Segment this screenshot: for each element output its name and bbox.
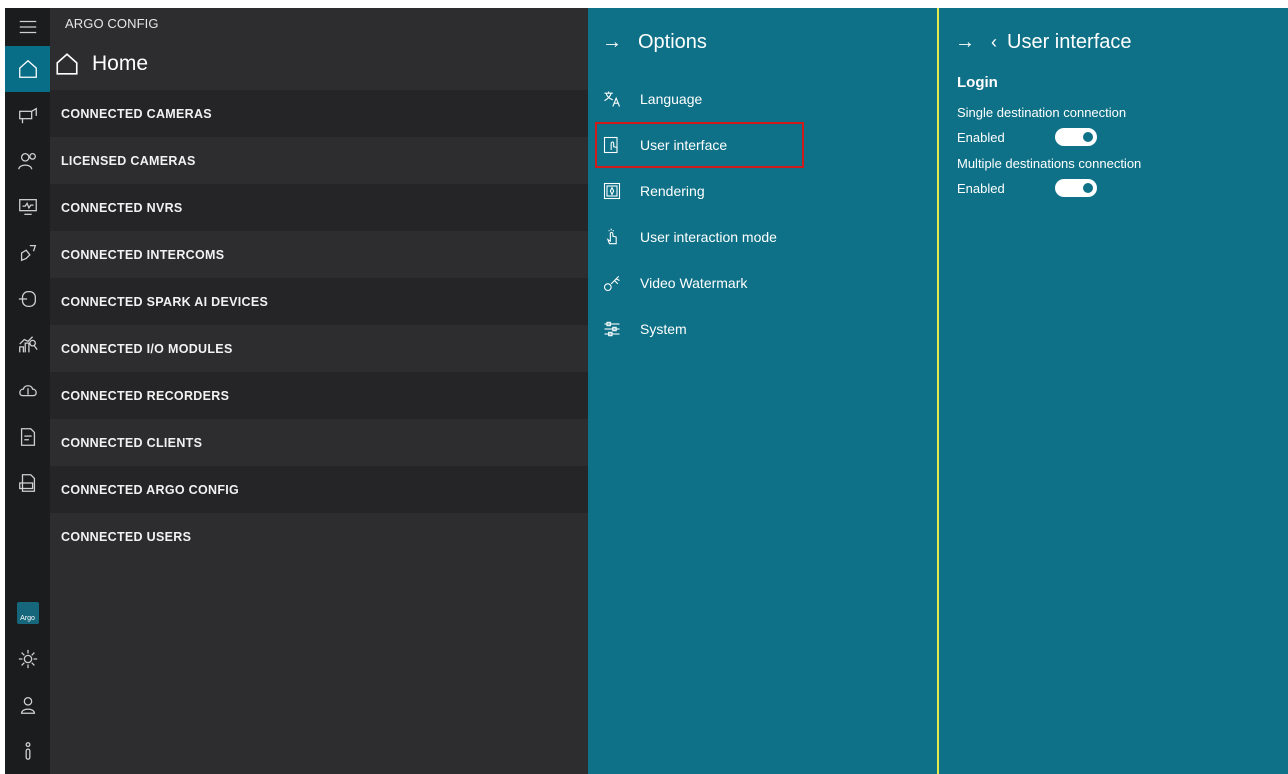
home-icon xyxy=(56,53,78,75)
detail-header: → ‹ User interface xyxy=(939,8,1288,76)
rendering-icon xyxy=(602,181,622,201)
option-label: Video Watermark xyxy=(640,275,748,291)
option-user-interface[interactable]: User interface xyxy=(595,122,804,168)
detail-panel: → ‹ User interface Login Single destinat… xyxy=(937,8,1288,774)
hamburger-menu-icon[interactable] xyxy=(5,8,50,46)
list-item-connected-recorders[interactable]: CONNECTED RECORDERS xyxy=(50,372,588,419)
list-item-connected-cameras[interactable]: CONNECTED CAMERAS xyxy=(50,90,588,137)
intercom-icon[interactable] xyxy=(5,230,50,276)
option-system[interactable]: System xyxy=(588,306,937,352)
users-icon[interactable] xyxy=(5,138,50,184)
detail-body: Login Single destination connection Enab… xyxy=(939,74,1288,197)
setting-row-multiple-destinations: Enabled xyxy=(957,179,1288,197)
client-document-icon[interactable] xyxy=(5,414,50,460)
section-title-login: Login xyxy=(957,74,998,91)
home-icon[interactable] xyxy=(5,46,50,92)
list-item-connected-nvrs[interactable]: CONNECTED NVRS xyxy=(50,184,588,231)
gear-icon[interactable] xyxy=(5,636,50,682)
list-item-connected-users[interactable]: CONNECTED USERS xyxy=(50,513,588,560)
option-label: Language xyxy=(640,91,703,107)
info-icon[interactable] xyxy=(5,728,50,774)
list-item-connected-intercoms[interactable]: CONNECTED INTERCOMS xyxy=(50,231,588,278)
app-window: Argo ARGO CONFIG Home CONNECTED CAMERAS … xyxy=(5,8,1288,774)
left-rail: Argo xyxy=(5,8,50,774)
list-item-connected-clients[interactable]: CONNECTED CLIENTS xyxy=(50,419,588,466)
setting-label-multiple-destinations: Multiple destinations connection xyxy=(957,156,1142,171)
main-panel: ARGO CONFIG Home CONNECTED CAMERAS LICEN… xyxy=(50,8,588,774)
option-rendering[interactable]: Rendering xyxy=(588,168,937,214)
arrow-right-icon[interactable]: → xyxy=(602,31,622,54)
log-file-icon[interactable] xyxy=(5,460,50,506)
cloud-recorder-icon[interactable] xyxy=(5,368,50,414)
home-header: Home xyxy=(50,38,588,90)
option-video-watermark[interactable]: Video Watermark xyxy=(588,260,937,306)
spark-device-icon[interactable] xyxy=(5,276,50,322)
user-icon[interactable] xyxy=(5,682,50,728)
options-panel: → Options Language User interface Render… xyxy=(588,8,937,774)
app-title: ARGO CONFIG xyxy=(65,15,159,31)
options-title: Options xyxy=(638,30,707,53)
option-language[interactable]: Language xyxy=(588,76,937,122)
option-label: User interface xyxy=(640,137,728,153)
rail-bottom-group: Argo xyxy=(5,590,50,774)
list-item-connected-spark-ai-devices[interactable]: CONNECTED SPARK AI DEVICES xyxy=(50,278,588,325)
arrow-right-icon[interactable]: → xyxy=(955,31,975,54)
single-destination-toggle[interactable] xyxy=(1055,128,1097,146)
options-header: → Options xyxy=(588,8,937,76)
watermark-icon xyxy=(602,273,622,293)
option-label: Rendering xyxy=(640,183,705,199)
list-item-licensed-cameras[interactable]: LICENSED CAMERAS xyxy=(50,137,588,184)
option-label: System xyxy=(640,321,687,337)
setting-row-single-destination: Enabled xyxy=(957,128,1288,146)
chevron-left-icon[interactable]: ‹ xyxy=(991,32,997,53)
list-item-connected-argo-config[interactable]: CONNECTED ARGO CONFIG xyxy=(50,466,588,513)
toggle-state-text: Enabled xyxy=(957,129,1005,145)
list-item-connected-io-modules[interactable]: CONNECTED I/O MODULES xyxy=(50,325,588,372)
toggle-state-text: Enabled xyxy=(957,180,1005,196)
io-module-chart-icon[interactable] xyxy=(5,322,50,368)
nvr-monitor-icon[interactable] xyxy=(5,184,50,230)
option-label: User interaction mode xyxy=(640,229,777,245)
option-user-interaction-mode[interactable]: User interaction mode xyxy=(588,214,937,260)
setting-label-single-destination: Single destination connection xyxy=(957,105,1127,120)
touch-screen-icon xyxy=(602,135,622,155)
detail-title: User interface xyxy=(1007,30,1132,53)
tap-hand-icon xyxy=(602,227,622,247)
multiple-destinations-toggle[interactable] xyxy=(1055,179,1097,197)
page-title: Home xyxy=(92,52,149,75)
argo-logo-icon[interactable]: Argo xyxy=(5,590,50,636)
translate-icon xyxy=(602,89,622,109)
sliders-icon xyxy=(602,319,622,339)
argo-logo-label: Argo xyxy=(16,602,39,624)
camera-icon[interactable] xyxy=(5,92,50,138)
